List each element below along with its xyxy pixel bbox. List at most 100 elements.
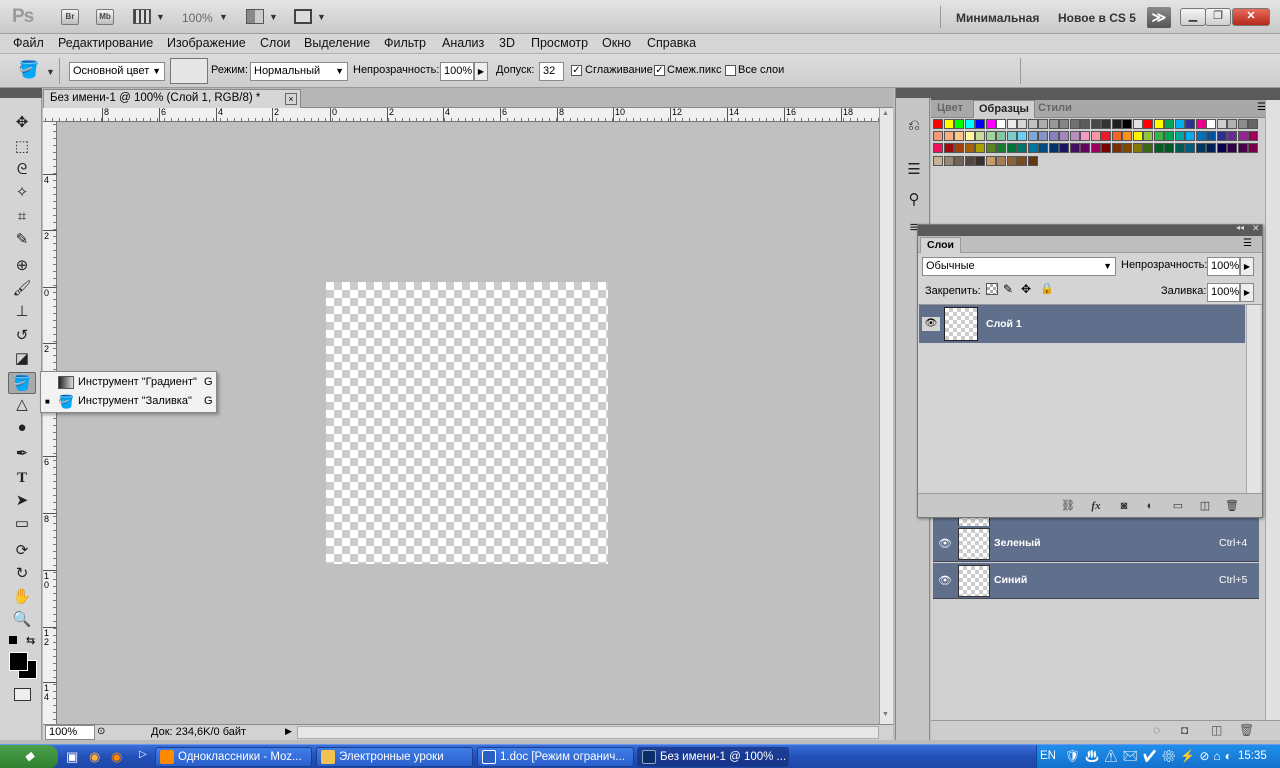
close-window-button[interactable]: ✕: [1232, 8, 1270, 26]
clone-source-icon[interactable]: ⚲: [904, 190, 924, 210]
swatch[interactable]: [964, 119, 975, 129]
swatch[interactable]: [1006, 131, 1017, 142]
menu-layers[interactable]: Слои: [260, 36, 290, 50]
panel-scrollbar[interactable]: [1265, 100, 1280, 720]
swatch[interactable]: [1038, 131, 1048, 142]
fill-input[interactable]: 100%: [1207, 283, 1240, 302]
blend-mode-select[interactable]: Обычные ▼: [922, 257, 1116, 276]
new-group-icon[interactable]: ▭: [1170, 498, 1186, 514]
all-layers-checkbox[interactable]: [725, 65, 736, 76]
status-info-icon[interactable]: ⊙: [97, 726, 105, 737]
hand-tool-icon[interactable]: ✋: [8, 586, 36, 608]
menu-edit[interactable]: Редактирование: [58, 36, 153, 50]
swatch[interactable]: [1048, 143, 1059, 154]
swatch[interactable]: [1017, 143, 1027, 154]
trash-icon[interactable]: 🗑: [1224, 498, 1240, 514]
swatch[interactable]: [1027, 155, 1038, 166]
swatch[interactable]: [1164, 143, 1174, 154]
swatch[interactable]: [1206, 119, 1216, 129]
swatch[interactable]: [975, 131, 985, 142]
status-zoom-input[interactable]: 100%: [45, 725, 95, 740]
3d-orbit-tool-icon[interactable]: ↻: [8, 563, 36, 585]
vertical-scrollbar[interactable]: ▲ ▼: [879, 108, 893, 724]
flyout-item-paint-bucket[interactable]: ■ 🪣 Инструмент "Заливка" G: [41, 392, 216, 411]
close-icon[interactable]: ×: [285, 93, 297, 105]
history-panel-icon[interactable]: ⎌: [904, 116, 924, 136]
swatch[interactable]: [954, 119, 964, 129]
collapse-icon[interactable]: ◂◂: [1236, 223, 1244, 232]
brush-presets-icon[interactable]: ☰: [904, 160, 924, 180]
swatch[interactable]: [1132, 131, 1143, 142]
restore-button[interactable]: ❐: [1205, 8, 1231, 26]
adjustment-layer-icon[interactable]: ◐: [1142, 498, 1158, 514]
history-brush-tool-icon[interactable]: ↺: [8, 325, 36, 347]
more-workspaces-button[interactable]: ≫: [1147, 7, 1171, 28]
swatch[interactable]: [1017, 131, 1027, 142]
layers-scrollbar[interactable]: [1246, 305, 1260, 493]
blur-tool-icon[interactable]: △: [8, 394, 36, 416]
workspace-minimal[interactable]: Минимальная: [956, 11, 1039, 25]
shape-tool-icon[interactable]: ▭: [8, 513, 36, 535]
swatch[interactable]: [1090, 131, 1101, 142]
swatch[interactable]: [1227, 143, 1237, 154]
swatch[interactable]: [1017, 155, 1027, 166]
workspace-new-cs5[interactable]: Новое в CS 5: [1058, 11, 1136, 25]
quicklaunch-firefox-icon[interactable]: ◉: [111, 749, 122, 765]
swatch[interactable]: [964, 131, 975, 142]
swatch[interactable]: [1153, 119, 1164, 129]
menu-image[interactable]: Изображение: [167, 36, 246, 50]
lock-pixels-icon[interactable]: ✎: [1003, 282, 1013, 296]
swatch[interactable]: [1143, 119, 1153, 129]
swatch[interactable]: [1101, 131, 1111, 142]
lock-all-icon[interactable]: 🔒: [1040, 282, 1054, 295]
swatch[interactable]: [1237, 131, 1248, 142]
menu-analysis[interactable]: Анализ: [442, 36, 484, 50]
contiguous-checkbox[interactable]: ✓: [654, 65, 665, 76]
swatch[interactable]: [996, 143, 1006, 154]
swatch[interactable]: [1143, 143, 1153, 154]
swatch[interactable]: [1185, 131, 1195, 142]
swatch[interactable]: [1111, 143, 1122, 154]
swatch[interactable]: [1017, 119, 1027, 129]
swatch[interactable]: [1027, 143, 1038, 154]
tab-swatches[interactable]: Образцы: [973, 100, 1035, 118]
swatch[interactable]: [1059, 131, 1069, 142]
eye-icon[interactable]: 👁: [938, 574, 952, 587]
swatch[interactable]: [1164, 131, 1174, 142]
swatch[interactable]: [954, 143, 964, 154]
layer-opacity-input[interactable]: 100%: [1207, 257, 1240, 276]
channel-row-blue[interactable]: 👁 Синий Ctrl+5: [933, 563, 1259, 599]
swap-colors-icon[interactable]: ⇆: [26, 634, 35, 647]
scroll-up-icon[interactable]: ▲: [882, 110, 889, 117]
swatch[interactable]: [1048, 131, 1059, 142]
status-menu-arrow-icon[interactable]: ▶: [285, 726, 292, 737]
swatch[interactable]: [996, 119, 1006, 129]
tab-color[interactable]: Цвет: [937, 102, 963, 114]
swatch[interactable]: [933, 143, 943, 154]
zoom-tool-icon[interactable]: 🔍: [8, 609, 36, 631]
quick-mask-icon[interactable]: [14, 688, 31, 701]
default-colors-icon[interactable]: [9, 636, 17, 644]
swatch[interactable]: [964, 155, 975, 166]
dodge-tool-icon[interactable]: ●: [8, 417, 36, 439]
mode-select[interactable]: Нормальный ▼: [250, 62, 348, 81]
chevron-down-icon[interactable]: ▼: [317, 12, 326, 22]
eye-icon[interactable]: 👁: [938, 537, 952, 550]
swatch[interactable]: [1185, 119, 1195, 129]
healing-brush-tool-icon[interactable]: ⊕: [8, 255, 36, 277]
mini-bridge-button[interactable]: Mb: [96, 9, 114, 25]
swatch[interactable]: [1122, 119, 1132, 129]
swatch[interactable]: [1237, 119, 1248, 129]
swatch[interactable]: [1069, 119, 1080, 129]
start-button[interactable]: ❖: [0, 745, 58, 768]
task-photoshop[interactable]: Без имени-1 @ 100% ...: [637, 747, 789, 767]
swatches-grid[interactable]: [933, 119, 1263, 181]
paint-bucket-icon[interactable]: 🪣: [18, 60, 39, 80]
foreground-color-swatch[interactable]: [9, 652, 28, 671]
tab-styles[interactable]: Стили: [1038, 102, 1072, 114]
type-tool-icon[interactable]: T: [8, 467, 36, 489]
swatch[interactable]: [943, 143, 954, 154]
swatch[interactable]: [1174, 131, 1185, 142]
swatch[interactable]: [996, 131, 1006, 142]
quicklaunch-more-icon[interactable]: ▷: [139, 749, 147, 760]
